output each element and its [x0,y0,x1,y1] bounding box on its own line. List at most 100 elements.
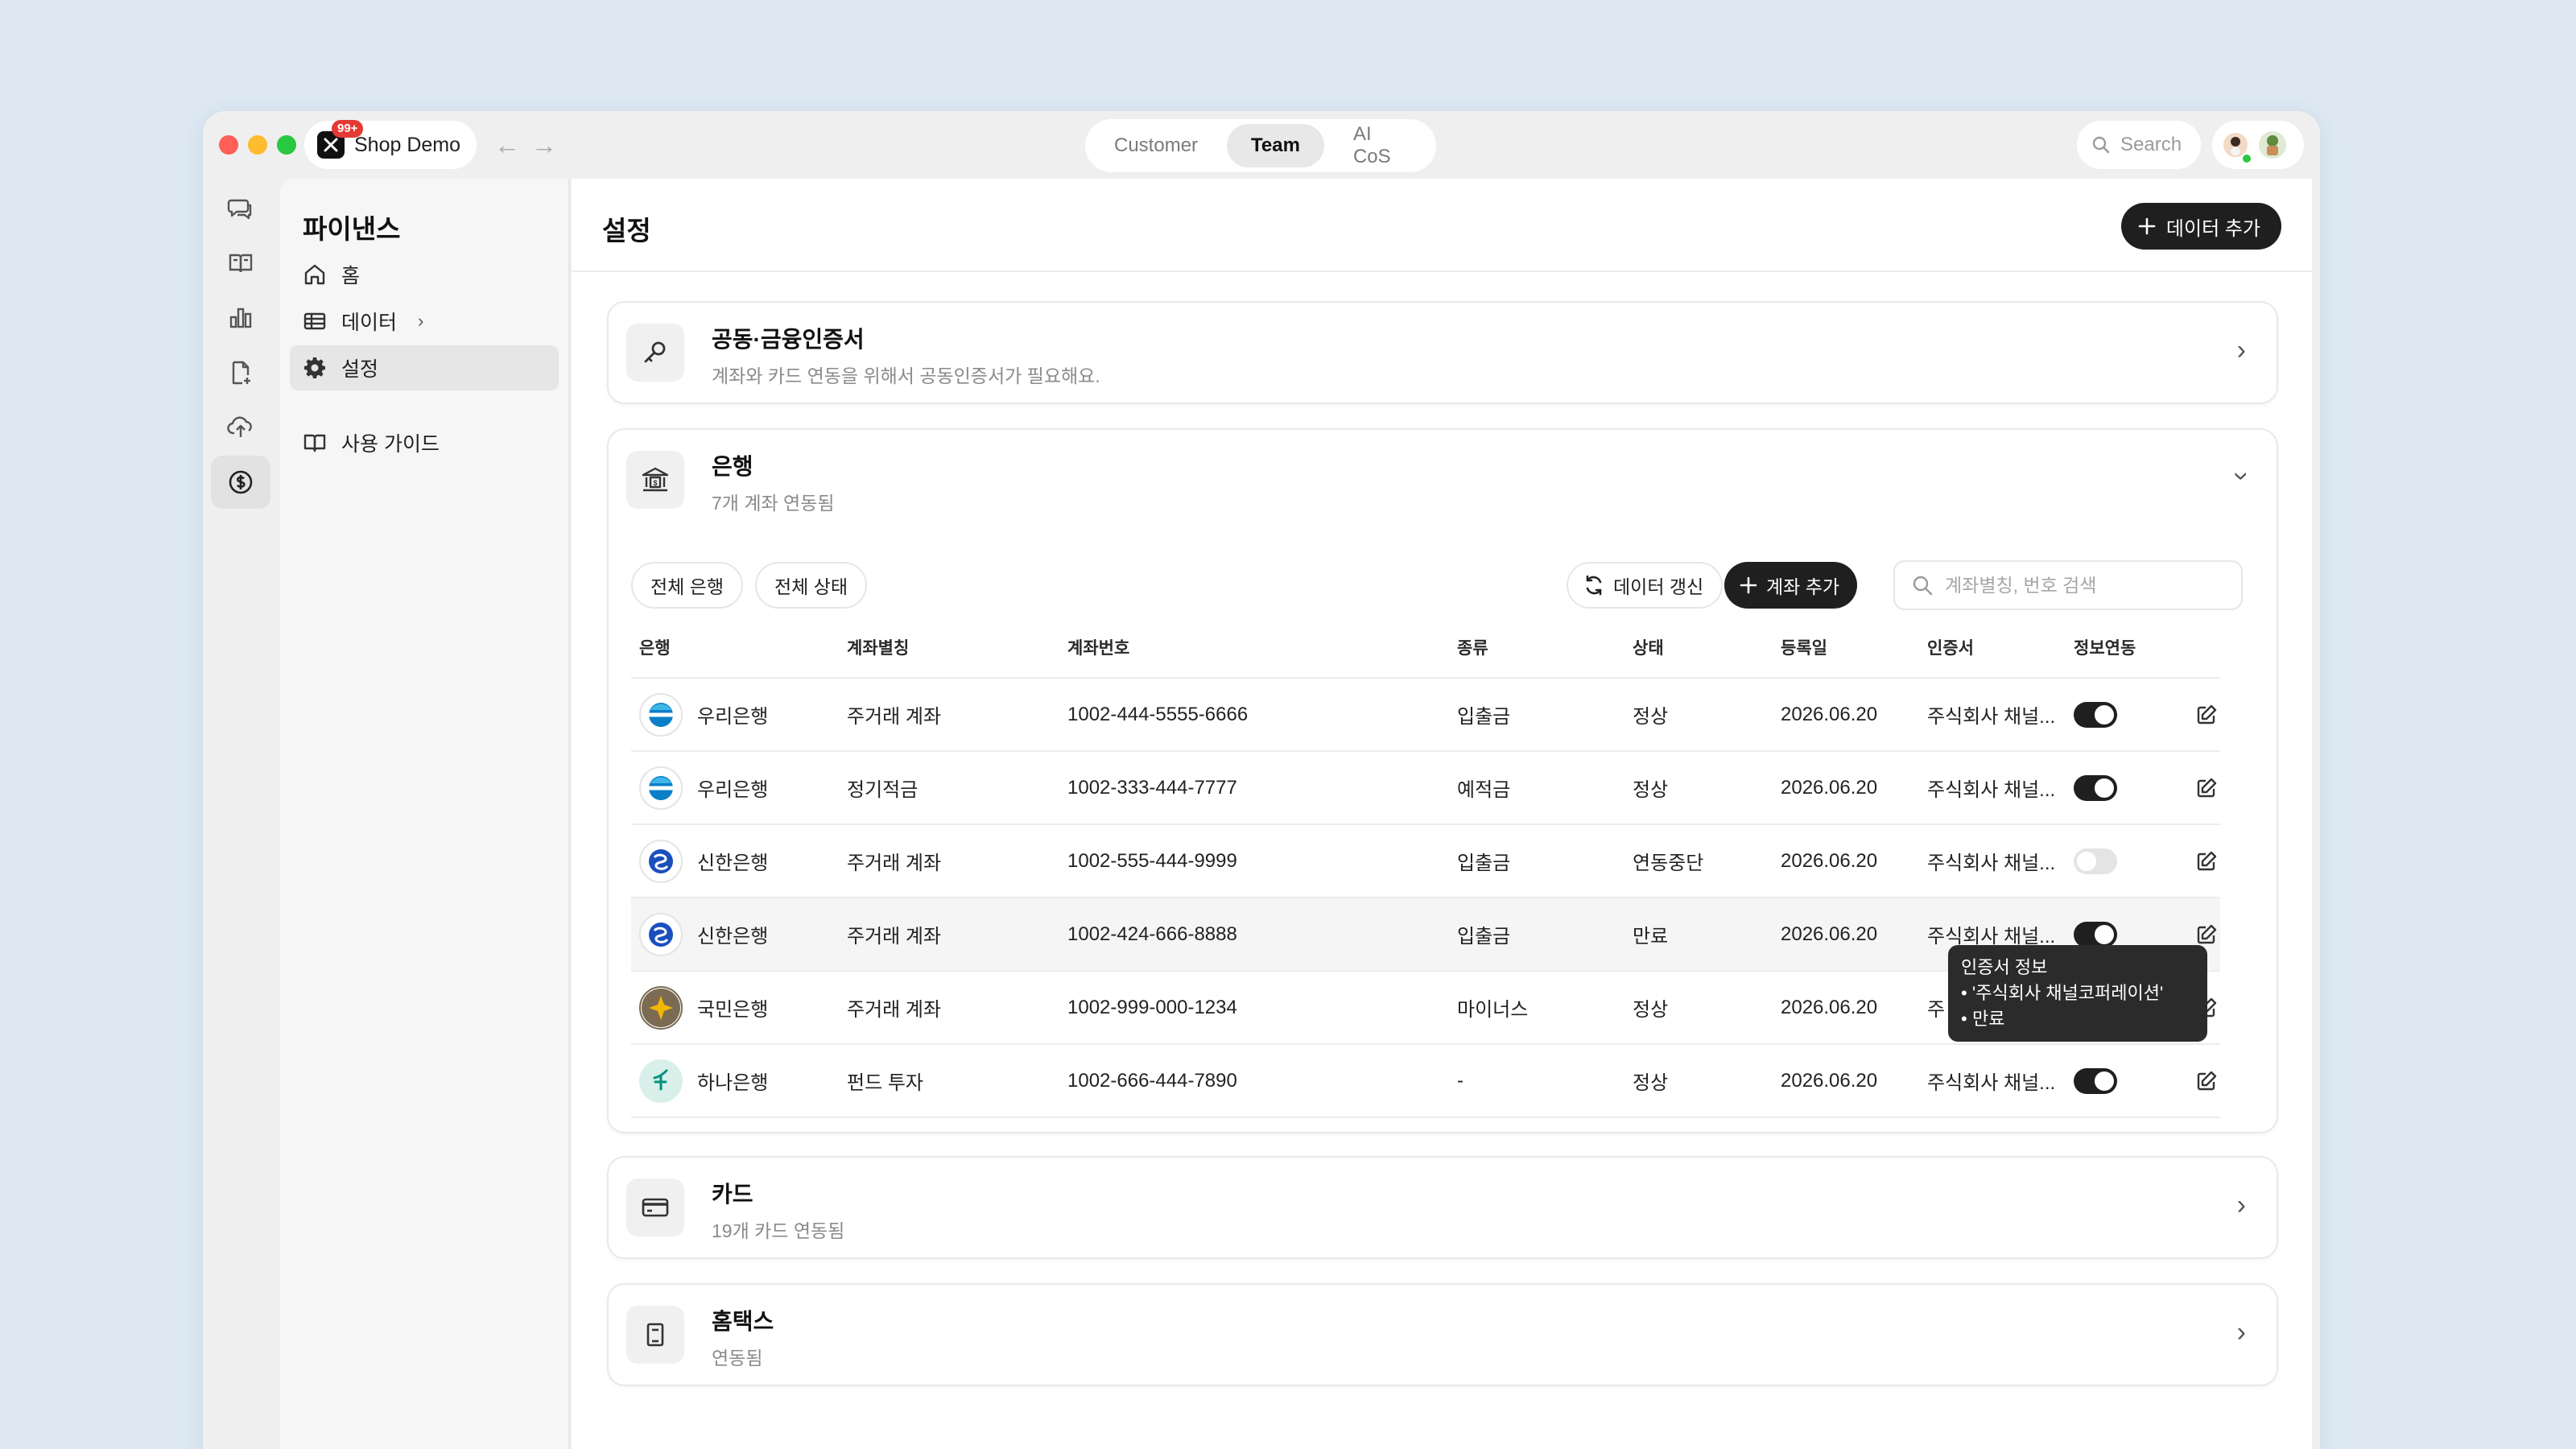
sync-toggle[interactable] [2074,921,2117,947]
refresh-icon [1586,575,1602,596]
account-alias: 정기적금 [847,751,1067,825]
registered-date: 2026.06.20 [1781,824,1927,898]
tab-customer[interactable]: Customer [1090,124,1222,167]
icon-rail [203,179,280,1449]
chevron-right-icon[interactable]: › [2237,335,2246,366]
table-row[interactable]: 우리은행 정기적금 1002-333-444-7777 예적금 정상 2026.… [631,751,2220,825]
account-type: - [1457,1044,1633,1118]
edit-icon[interactable] [2195,777,2218,799]
account-status: 정상 [1633,751,1781,825]
bar-chart-icon[interactable] [211,291,270,345]
edit-icon[interactable] [2195,1070,2218,1092]
sidebar-item-home[interactable]: 홈 [290,252,559,297]
chevron-right-icon[interactable]: › [2237,1317,2246,1348]
certificate-name[interactable]: 주식회사 채널... [1927,1044,2074,1118]
table-icon [303,312,326,330]
registered-date: 2026.06.20 [1781,971,1927,1045]
certificate-name[interactable]: 주식회사 채널... [1927,824,2074,898]
chevron-right-icon[interactable]: › [2237,1190,2246,1221]
registered-date: 2026.06.20 [1781,678,1927,752]
edit-icon[interactable] [2195,850,2218,873]
account-number: 1002-555-444-9999 [1067,824,1457,898]
woori-bank-logo-icon [639,692,683,737]
sidebar-item-label: 홈 [341,265,361,287]
table-header-row: 은행 계좌별칭 계좌번호 종류 상태 등록일 인증서 정보연동 [631,617,2220,679]
sidebar-item-guide[interactable]: 사용 가이드 [290,420,559,465]
account-number: 1002-424-666-8888 [1067,898,1457,972]
filter-status-dropdown[interactable]: 전체 상태 [755,562,868,609]
user-avatars[interactable] [2212,121,2304,169]
back-arrow-icon[interactable]: ← [494,129,520,161]
table-row[interactable]: 하나은행 펀드 투자 1002-666-444-7890 - 정상 2026.0… [631,1044,2220,1118]
refresh-data-button[interactable]: 데이터 갱신 [1567,562,1724,609]
hana-bank-logo-icon [639,1059,683,1103]
account-search-field[interactable] [1893,560,2243,610]
table-row[interactable]: 우리은행 주거래 계좌 1002-444-5555-6666 입출금 정상 20… [631,678,2220,752]
document-add-icon[interactable] [211,346,270,399]
certificate-name[interactable]: 주식회사 채널... [1927,751,2074,825]
tab-team[interactable]: Team [1227,124,1324,167]
filter-bank-dropdown[interactable]: 전체 은행 [631,562,744,609]
column-header: 계좌별칭 [847,617,1067,679]
woori-bank-logo-icon [639,766,683,810]
card-subtitle: 연동됨 [712,1348,763,1368]
sidebar-item-data[interactable]: 데이터 › [290,299,559,344]
search-icon [1913,576,1933,596]
sync-toggle[interactable] [2074,1067,2117,1094]
book-open-icon[interactable] [211,237,270,290]
forward-arrow-icon[interactable]: → [531,129,557,161]
sync-toggle[interactable] [2074,774,2117,801]
account-alias: 주거래 계좌 [847,971,1067,1045]
account-number: 1002-444-5555-6666 [1067,678,1457,752]
add-data-button[interactable]: 데이터 추가 [2120,203,2281,250]
sidebar-item-settings[interactable]: 설정 [290,345,559,390]
sidebar-item-label: 사용 가이드 [341,433,440,456]
main-content: 설정 데이터 추가 공동·금융인증서 계좌와 카드 연동을 위해서 공동인증서가… [572,179,2312,1449]
add-account-label: 계좌 추가 [1766,576,1840,597]
maximize-window-button[interactable] [277,135,296,155]
chevron-down-icon[interactable]: › [2226,472,2257,481]
chat-bubbles-icon[interactable] [211,182,270,235]
hometax-card[interactable]: 홈택스 연동됨 › [607,1283,2278,1386]
sync-toggle[interactable] [2074,848,2117,874]
tab-ai-cos[interactable]: AI CoS [1329,123,1431,167]
account-type: 입출금 [1457,898,1633,972]
certificate-name[interactable]: 주식회사 채널... [1927,678,2074,752]
add-account-button[interactable]: 계좌 추가 [1724,562,1858,609]
bank-name: 하나은행 [697,1072,769,1094]
kb-bank-logo-icon [639,985,683,1030]
account-type: 예적금 [1457,751,1633,825]
chevron-right-icon[interactable]: › [418,311,423,332]
gear-icon [304,357,325,378]
account-number: 1002-999-000-1234 [1067,971,1457,1045]
cloud-upload-icon[interactable] [211,401,270,454]
close-window-button[interactable] [219,135,238,155]
bank-name: 국민은행 [697,999,769,1021]
card-title: 홈택스 [712,1309,774,1334]
edit-icon[interactable] [2195,923,2218,946]
tooltip-item: '주식회사 채널코퍼레이션' [1961,980,2194,1006]
avatar[interactable] [2259,131,2286,159]
sync-toggle[interactable] [2074,701,2117,728]
card-subtitle: 19개 카드 연동됨 [712,1220,845,1241]
dollar-circle-icon[interactable] [211,456,270,509]
minimize-window-button[interactable] [248,135,267,155]
bank-toolbar: 전체 은행 전체 상태 데이터 갱신 계좌 추가 [631,559,2273,612]
certificate-tooltip: 인증서 정보 '주식회사 채널코퍼레이션' 만료 [1948,945,2207,1042]
account-type: 입출금 [1457,824,1633,898]
account-search-input[interactable] [1945,574,2235,597]
app-window: 99+ Shop Demo ← → Customer Team AI CoS S… [203,111,2320,1449]
notification-badge: 99+ [332,120,364,138]
bank-name: 신한은행 [697,852,769,874]
certificate-card[interactable]: 공동·금융인증서 계좌와 카드 연동을 위해서 공동인증서가 필요해요. › [607,301,2278,404]
edit-icon[interactable] [2195,704,2218,726]
column-header: 상태 [1633,617,1781,679]
sidebar-item-label: 데이터 [341,312,398,334]
app-switcher[interactable]: 99+ Shop Demo [304,120,477,169]
sidebar-title: 파이낸스 [303,214,401,244]
global-search-button[interactable]: Search [2077,121,2201,169]
card-section-card[interactable]: 카드 19개 카드 연동됨 › [607,1156,2278,1259]
table-row[interactable]: 신한은행 주거래 계좌 1002-555-444-9999 입출금 연동중단 2… [631,824,2220,898]
app-name: Shop Demo [354,133,461,156]
shinhan-bank-logo-icon [639,912,683,956]
